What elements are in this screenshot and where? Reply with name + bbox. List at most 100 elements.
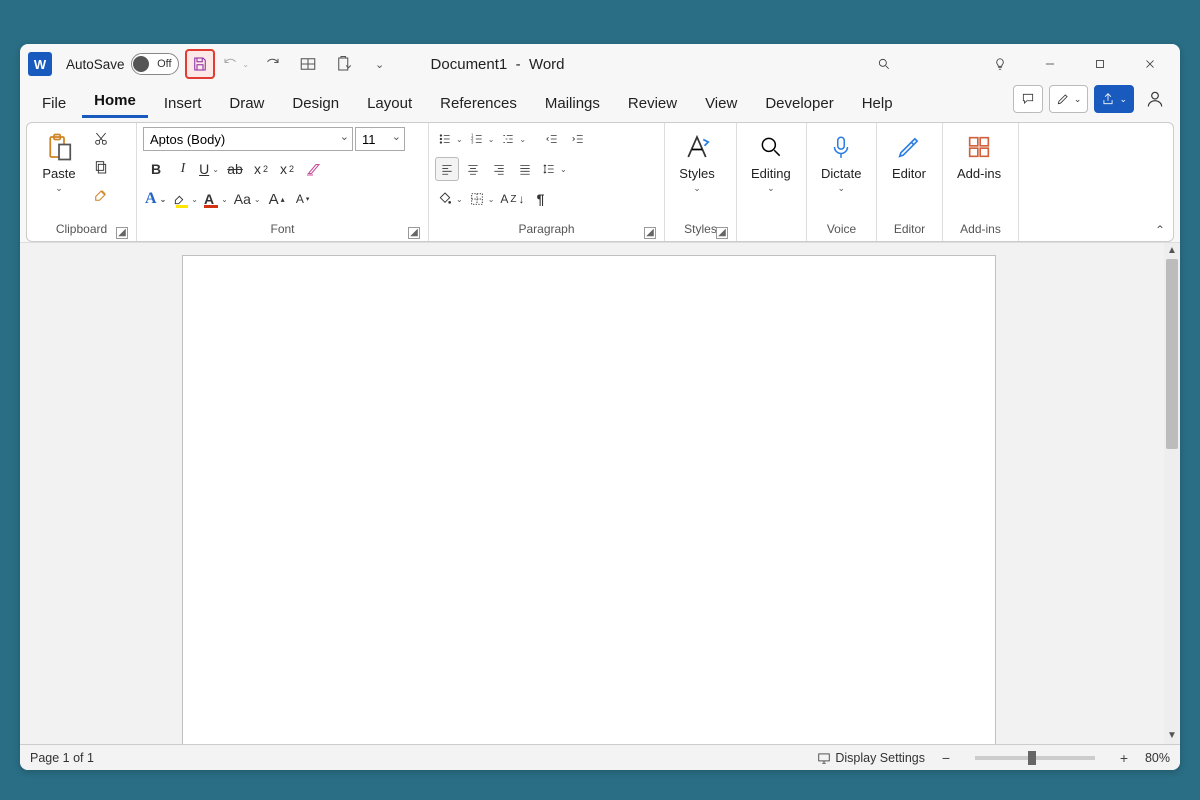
addins-button[interactable]: Add-ins: [949, 127, 1009, 221]
align-right-button[interactable]: [487, 157, 511, 181]
qat-clipboard-sync-icon[interactable]: [329, 49, 359, 79]
redo-button[interactable]: [257, 49, 287, 79]
format-painter-button[interactable]: [89, 183, 113, 207]
line-spacing-button[interactable]: ⌄: [539, 157, 569, 181]
paste-button[interactable]: Paste ⌄: [33, 127, 85, 221]
vertical-scrollbar[interactable]: ▲ ▼: [1164, 243, 1180, 744]
highlight-button[interactable]: ⌄: [170, 187, 200, 211]
zoom-slider[interactable]: [975, 756, 1095, 760]
sort-button[interactable]: AZ↓: [498, 187, 526, 211]
tab-references[interactable]: References: [428, 91, 529, 118]
subscript-button[interactable]: x2: [249, 157, 273, 181]
font-color-button[interactable]: A⌄: [202, 187, 230, 211]
dictate-button[interactable]: Dictate⌄: [813, 127, 869, 221]
justify-button[interactable]: [513, 157, 537, 181]
paragraph-group-label: Paragraph: [518, 222, 574, 236]
status-bar: Page 1 of 1 Display Settings − + 80%: [20, 744, 1180, 770]
styles-group-label: Styles: [684, 222, 717, 236]
editing-mode-button[interactable]: ⌄: [1049, 85, 1089, 113]
word-window: W AutoSave Off ⌄ ⌄ Document1 - Word File…: [20, 44, 1180, 770]
zoom-level[interactable]: 80%: [1145, 751, 1170, 765]
group-addins: Add-ins Add-ins: [943, 123, 1019, 241]
copy-button[interactable]: [89, 155, 113, 179]
save-button[interactable]: [185, 49, 215, 79]
italic-button[interactable]: I: [171, 157, 195, 181]
font-group-label: Font: [270, 222, 294, 236]
show-marks-button[interactable]: ¶: [529, 187, 553, 211]
font-size-select[interactable]: [355, 127, 405, 151]
account-icon[interactable]: [1140, 84, 1170, 114]
superscript-button[interactable]: x2: [275, 157, 299, 181]
align-left-button[interactable]: [435, 157, 459, 181]
title-bar: W AutoSave Off ⌄ ⌄ Document1 - Word: [20, 44, 1180, 84]
strikethrough-button[interactable]: ab: [223, 157, 247, 181]
comments-button[interactable]: [1013, 85, 1043, 113]
maximize-button[interactable]: [1078, 46, 1122, 82]
help-lightbulb-icon[interactable]: [978, 46, 1022, 82]
editing-button[interactable]: Editing⌄: [743, 127, 799, 221]
undo-button[interactable]: ⌄: [221, 49, 251, 79]
grow-font-button[interactable]: A▴: [265, 187, 289, 211]
multilevel-list-button[interactable]: ⌄: [498, 127, 528, 151]
tab-developer[interactable]: Developer: [753, 91, 845, 118]
group-clipboard: Paste ⌄ Clipboard ◢: [27, 123, 137, 241]
tab-view[interactable]: View: [693, 91, 749, 118]
autosave-toggle[interactable]: Off: [131, 53, 179, 75]
tab-mailings[interactable]: Mailings: [533, 91, 612, 118]
align-center-button[interactable]: [461, 157, 485, 181]
qat-grid-icon[interactable]: [293, 49, 323, 79]
font-name-select[interactable]: [143, 127, 353, 151]
editor-button[interactable]: Editor: [883, 127, 935, 221]
voice-group-label: Voice: [827, 222, 856, 236]
page-indicator[interactable]: Page 1 of 1: [30, 751, 94, 765]
cut-button[interactable]: [89, 127, 113, 151]
document-page[interactable]: [182, 255, 996, 744]
decrease-indent-button[interactable]: [540, 127, 564, 151]
editing-group-label: [743, 221, 800, 239]
collapse-ribbon-button[interactable]: ⌃: [1155, 223, 1165, 237]
tab-insert[interactable]: Insert: [152, 91, 214, 118]
tab-home[interactable]: Home: [82, 88, 148, 118]
styles-launcher[interactable]: ◢: [716, 227, 728, 239]
shading-button[interactable]: ⌄: [435, 187, 465, 211]
group-paragraph: ⌄ 123⌄ ⌄ ⌄ ⌄ ⌄: [429, 123, 665, 241]
clipboard-launcher[interactable]: ◢: [116, 227, 128, 239]
zoom-in-button[interactable]: +: [1115, 750, 1133, 766]
tab-help[interactable]: Help: [850, 91, 905, 118]
underline-button[interactable]: U⌄: [197, 157, 221, 181]
minimize-button[interactable]: [1028, 46, 1072, 82]
numbering-button[interactable]: 123⌄: [467, 127, 497, 151]
bullets-button[interactable]: ⌄: [435, 127, 465, 151]
font-launcher[interactable]: ◢: [408, 227, 420, 239]
borders-button[interactable]: ⌄: [467, 187, 497, 211]
scroll-up-icon[interactable]: ▲: [1164, 243, 1180, 259]
svg-text:3: 3: [471, 140, 474, 145]
increase-indent-button[interactable]: [566, 127, 590, 151]
customize-qat-button[interactable]: ⌄: [365, 49, 395, 79]
tab-draw[interactable]: Draw: [217, 91, 276, 118]
tab-file[interactable]: File: [30, 91, 78, 118]
paragraph-launcher[interactable]: ◢: [644, 227, 656, 239]
close-button[interactable]: [1128, 46, 1172, 82]
tab-layout[interactable]: Layout: [355, 91, 424, 118]
display-settings-button[interactable]: Display Settings: [817, 751, 925, 765]
ribbon-tabs: File Home Insert Draw Design Layout Refe…: [20, 84, 1180, 118]
clipboard-group-label: Clipboard: [56, 222, 107, 236]
scroll-down-icon[interactable]: ▼: [1164, 728, 1180, 744]
search-button[interactable]: [862, 46, 906, 82]
zoom-out-button[interactable]: −: [937, 750, 955, 766]
group-styles: Styles⌄ Styles◢: [665, 123, 737, 241]
addins-group-label: Add-ins: [960, 222, 1001, 236]
scroll-thumb[interactable]: [1166, 259, 1178, 449]
editor-group-label: Editor: [894, 222, 925, 236]
tab-review[interactable]: Review: [616, 91, 689, 118]
styles-button[interactable]: Styles⌄: [671, 127, 723, 221]
share-button[interactable]: ⌄: [1094, 85, 1134, 113]
shrink-font-button[interactable]: A▾: [291, 187, 315, 211]
autosave-state: Off: [157, 58, 171, 70]
clear-formatting-button[interactable]: [301, 157, 325, 181]
change-case-button[interactable]: Aa⌄: [232, 187, 263, 211]
tab-design[interactable]: Design: [280, 91, 351, 118]
bold-button[interactable]: B: [143, 157, 169, 181]
text-effects-button[interactable]: A⌄: [143, 187, 168, 211]
